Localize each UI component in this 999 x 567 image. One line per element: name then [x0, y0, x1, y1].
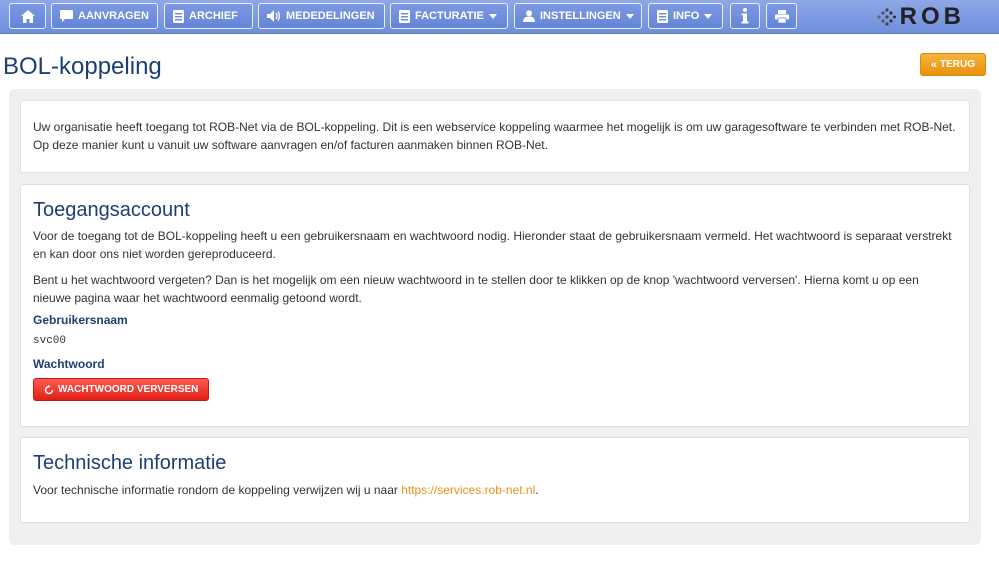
- document-icon: [173, 9, 184, 23]
- rob-logo: ROB: [876, 3, 965, 30]
- double-chevron-left-icon: «: [930, 58, 937, 71]
- nav-facturatie[interactable]: FACTURATIE: [390, 3, 508, 29]
- nav-mededelingen[interactable]: MEDEDELINGEN: [258, 3, 385, 29]
- nav-facturatie-label: FACTURATIE: [415, 10, 484, 22]
- technical-info-text-before: Voor technische informatie rondom de kop…: [33, 483, 402, 497]
- access-account-panel: Toegangsaccount Voor de toegang tot de B…: [20, 184, 970, 427]
- username-label: Gebruikersnaam: [33, 313, 128, 327]
- technical-info-panel: Technische informatie Voor technische in…: [20, 437, 970, 523]
- nav-aanvragen[interactable]: AANVRAGEN: [51, 3, 158, 29]
- technical-info-text-after: .: [535, 483, 539, 497]
- access-account-heading: Toegangsaccount: [33, 199, 190, 221]
- page-title: BOL-koppeling: [3, 53, 162, 80]
- rob-logo-mark-icon: [877, 8, 896, 26]
- nav-info-label: INFO: [673, 10, 700, 22]
- home-button[interactable]: [9, 3, 46, 29]
- nav-archief-label: ARCHIEF: [189, 10, 238, 22]
- access-account-paragraph-1: Voor de toegang tot de BOL-koppeling hee…: [33, 229, 952, 261]
- printer-icon: [774, 9, 789, 23]
- technical-info-heading: Technische informatie: [33, 452, 227, 474]
- nav-instellingen-label: INSTELLINGEN: [540, 10, 621, 22]
- nav-mededelingen-label: MEDEDELINGEN: [286, 10, 375, 22]
- home-icon: [20, 9, 35, 23]
- nav-instellingen[interactable]: INSTELLINGEN: [514, 3, 642, 29]
- username-value: svc00: [33, 335, 67, 347]
- nav-aanvragen-label: AANVRAGEN: [78, 10, 149, 22]
- intro-text: Uw organisatie heeft toegang tot ROB-Net…: [33, 120, 956, 152]
- services-link[interactable]: https://services.rob-net.nl: [401, 483, 535, 497]
- nav-archief[interactable]: ARCHIEF: [164, 3, 253, 29]
- info-button[interactable]: [730, 3, 760, 29]
- document-icon: [399, 9, 410, 23]
- content-container: Uw organisatie heeft toegang tot ROB-Net…: [9, 89, 981, 545]
- chevron-down-icon: [488, 13, 497, 19]
- access-account-paragraph-2: Bent u het wachtwoord vergeten? Dan is h…: [33, 273, 919, 305]
- nav-info[interactable]: INFO: [648, 3, 723, 29]
- intro-panel: Uw organisatie heeft toegang tot ROB-Net…: [20, 100, 970, 173]
- user-icon: [523, 10, 535, 22]
- top-navigation-bar: AANVRAGEN ARCHIEF MEDEDELINGEN FACTURATI…: [0, 0, 999, 34]
- technical-info-text: Voor technische informatie rondom de kop…: [33, 481, 957, 499]
- refresh-password-button[interactable]: WACHTWOORD VERVERSEN: [33, 378, 210, 401]
- chevron-down-icon: [704, 13, 713, 19]
- refresh-password-button-label: WACHTWOORD VERVERSEN: [58, 384, 199, 395]
- document-icon: [657, 9, 668, 23]
- info-icon: [741, 8, 749, 24]
- password-label: Wachtwoord: [33, 357, 105, 371]
- print-button[interactable]: [766, 3, 797, 29]
- speaker-icon: [267, 10, 281, 22]
- back-button-label: TERUG: [940, 59, 975, 70]
- logo-text: ROB: [899, 3, 965, 30]
- refresh-icon: [44, 384, 54, 395]
- speech-bubble-icon: [60, 10, 73, 22]
- back-button[interactable]: « TERUG: [919, 53, 986, 76]
- chevron-down-icon: [625, 13, 634, 19]
